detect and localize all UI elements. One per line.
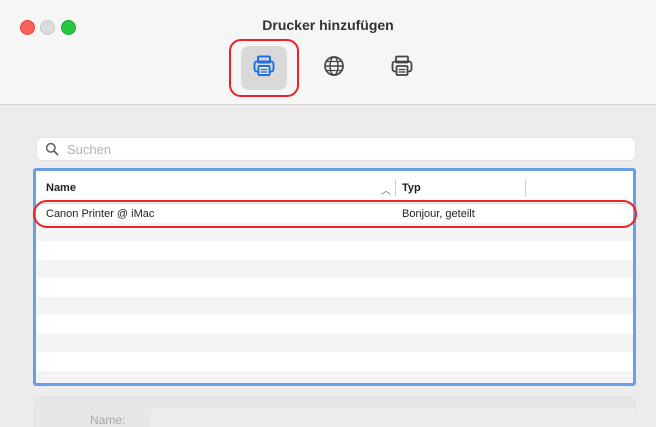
empty-row	[36, 296, 633, 315]
empty-row	[36, 259, 633, 278]
printer-type: Bonjour, geteilt	[402, 208, 475, 220]
table-body: Canon Printer @ iMac Bonjour, geteilt	[36, 204, 633, 383]
column-divider[interactable]	[395, 179, 396, 197]
empty-row	[36, 241, 633, 260]
printer-name: Canon Printer @ iMac	[46, 208, 155, 220]
empty-row	[36, 370, 633, 383]
table-row[interactable]: Canon Printer @ iMac Bonjour, geteilt	[36, 204, 633, 223]
empty-row	[36, 222, 633, 241]
search-input[interactable]	[67, 140, 617, 158]
printer-list[interactable]: Name ︿ Typ Canon Printer @ iMac Bonjour,…	[33, 168, 636, 386]
search-icon	[45, 142, 59, 161]
empty-row	[36, 352, 633, 371]
empty-row	[36, 278, 633, 297]
name-field[interactable]	[151, 408, 636, 427]
windows-printer-button[interactable]	[379, 46, 425, 90]
column-divider[interactable]	[525, 179, 526, 197]
default-button-highlight	[229, 39, 299, 97]
add-printer-window: Drucker hinzufügen Suchen Name ︿ Typ Can…	[0, 0, 656, 427]
empty-row	[36, 333, 633, 352]
search-field[interactable]	[36, 137, 636, 161]
column-header-type[interactable]: Typ	[402, 182, 421, 194]
windows-printer-icon	[390, 54, 414, 83]
name-label: Name:	[90, 413, 126, 427]
column-header-name[interactable]: Name	[46, 182, 76, 194]
empty-row	[36, 315, 633, 334]
sort-ascending-icon: ︿	[381, 186, 391, 197]
window-title: Drucker hinzufügen	[262, 17, 394, 33]
ip-printer-button[interactable]	[311, 46, 357, 90]
table-header: Name ︿ Typ	[36, 171, 633, 204]
globe-icon	[322, 54, 346, 83]
titlebar: Drucker hinzufügen	[0, 0, 656, 105]
details-pane: Name:	[33, 396, 636, 427]
